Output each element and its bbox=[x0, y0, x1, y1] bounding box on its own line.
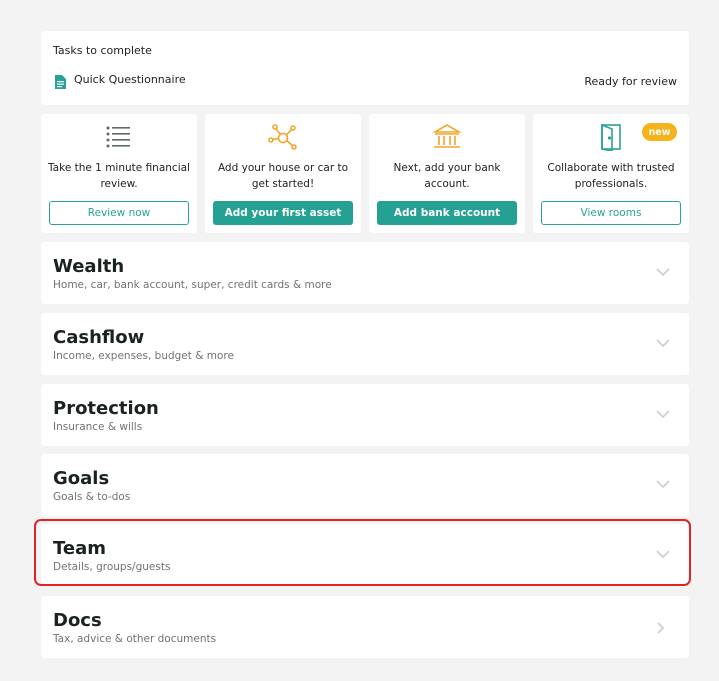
section-wealth[interactable]: Wealth Home, car, bank account, super, c… bbox=[41, 242, 689, 304]
chevron-down-icon bbox=[656, 480, 670, 489]
section-protection[interactable]: Protection Insurance & wills bbox=[41, 384, 689, 446]
add-first-asset-button[interactable]: Add your first asset bbox=[213, 201, 353, 225]
view-rooms-button[interactable]: View rooms bbox=[541, 201, 681, 225]
section-title: Docs bbox=[53, 610, 102, 631]
action-card-review: Take the 1 minute financial review. Revi… bbox=[41, 114, 197, 233]
card-text: Add your house or car to get started! bbox=[217, 162, 349, 190]
chevron-down-icon bbox=[656, 550, 670, 559]
section-subtitle: Income, expenses, budget & more bbox=[53, 350, 234, 362]
chevron-right-icon bbox=[657, 622, 665, 634]
task-row-quick-questionnaire[interactable]: Quick Questionnaire Ready for review bbox=[53, 73, 677, 91]
card-text: Next, add your bank account. bbox=[393, 162, 501, 190]
section-title: Wealth bbox=[53, 256, 125, 277]
card-text: Take the 1 minute financial review. bbox=[48, 162, 190, 190]
action-card-asset: Add your house or car to get started! Ad… bbox=[205, 114, 361, 233]
section-docs[interactable]: Docs Tax, advice & other documents bbox=[41, 596, 689, 658]
section-title: Team bbox=[53, 538, 106, 559]
network-icon bbox=[268, 124, 297, 150]
list-icon bbox=[106, 126, 130, 148]
section-title: Protection bbox=[53, 398, 159, 419]
document-icon bbox=[55, 75, 66, 89]
task-name: Quick Questionnaire bbox=[74, 73, 186, 86]
bank-icon bbox=[432, 124, 462, 148]
section-title: Goals bbox=[53, 468, 110, 489]
section-cashflow[interactable]: Cashflow Income, expenses, budget & more bbox=[41, 313, 689, 375]
section-subtitle: Goals & to-dos bbox=[53, 491, 131, 503]
review-now-button[interactable]: Review now bbox=[49, 201, 189, 225]
add-bank-account-button[interactable]: Add bank account bbox=[377, 201, 517, 225]
action-card-rooms: new Collaborate with trusted professiona… bbox=[533, 114, 689, 233]
section-subtitle: Details, groups/guests bbox=[53, 561, 171, 573]
chevron-down-icon bbox=[656, 339, 670, 348]
door-icon bbox=[601, 123, 621, 151]
section-subtitle: Tax, advice & other documents bbox=[53, 633, 217, 645]
chevron-down-icon bbox=[656, 268, 670, 277]
tasks-card: Tasks to complete Quick Questionnaire Re… bbox=[41, 31, 689, 105]
card-text: Collaborate with trusted professionals. bbox=[547, 162, 675, 190]
section-goals[interactable]: Goals Goals & to-dos bbox=[41, 454, 689, 516]
section-subtitle: Home, car, bank account, super, credit c… bbox=[53, 279, 332, 291]
tasks-title: Tasks to complete bbox=[53, 44, 152, 57]
section-subtitle: Insurance & wills bbox=[53, 421, 143, 433]
chevron-down-icon bbox=[656, 410, 670, 419]
section-team[interactable]: Team Details, groups/guests bbox=[41, 524, 689, 586]
task-status: Ready for review bbox=[584, 75, 677, 88]
action-card-bank: Next, add your bank account. Add bank ac… bbox=[369, 114, 525, 233]
section-title: Cashflow bbox=[53, 327, 145, 348]
new-badge: new bbox=[642, 123, 677, 141]
